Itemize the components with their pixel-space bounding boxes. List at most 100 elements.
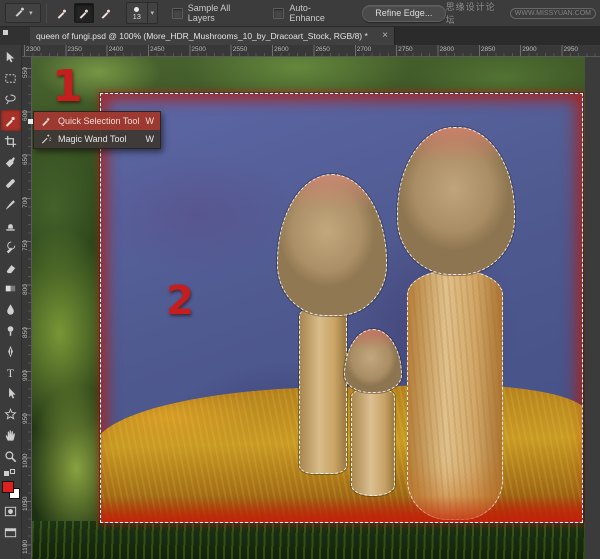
dodge-tool-button[interactable] xyxy=(1,320,21,341)
hand-tool-button[interactable] xyxy=(1,425,21,446)
vertical-ruler: 550600650700750800850900950100010501100 xyxy=(22,57,32,559)
brush-tool-button[interactable] xyxy=(1,194,21,215)
ruler-tick-label: 550 xyxy=(22,67,29,78)
brush-size-value: 13 xyxy=(133,13,141,20)
clone-stamp-tool-button[interactable] xyxy=(1,215,21,236)
lasso-tool-button[interactable] xyxy=(1,89,21,110)
ruler-tick-label: 700 xyxy=(22,197,29,208)
ruler-tick-label: 2700 xyxy=(357,46,371,53)
swap-colors-icon[interactable] xyxy=(4,469,18,478)
color-swatches[interactable] xyxy=(1,480,21,500)
type-tool-button[interactable]: T xyxy=(1,362,21,383)
ruler-tick-label: 2500 xyxy=(191,46,205,53)
quick-selection-brush-icon xyxy=(13,4,27,23)
annotation-step-1: 1 xyxy=(52,65,83,109)
eyedropper-tool-button[interactable] xyxy=(1,152,21,173)
quick-selection-tool-button[interactable] xyxy=(1,110,21,131)
ruler-tick-label: 900 xyxy=(22,370,29,381)
blur-icon xyxy=(3,302,18,317)
zoom-tool-button[interactable] xyxy=(1,446,21,467)
ruler-tick-label: 650 xyxy=(22,154,29,165)
watermark-url: WWW.MISSYUAN.COM xyxy=(510,8,596,19)
rectangular-marquee-tool-button[interactable] xyxy=(1,68,21,89)
blur-tool-button[interactable] xyxy=(1,299,21,320)
new-selection-icon xyxy=(55,6,69,20)
ruler-tick-label: 2950 xyxy=(564,46,578,53)
brush-icon xyxy=(3,197,18,212)
panel-toggle-icon[interactable] xyxy=(3,30,8,35)
chevron-down-icon[interactable]: ▾ xyxy=(147,3,157,23)
ruler-tick-label: 1100 xyxy=(22,540,29,554)
mushroom-center-cap xyxy=(277,174,387,316)
menu-item-quick-selection-tool[interactable]: Quick Selection Tool W xyxy=(34,112,160,130)
ruler-tick-label: 2350 xyxy=(67,46,81,53)
mushroom-right-stem xyxy=(407,270,503,520)
ruler-tick-label: 800 xyxy=(22,284,29,295)
checkbox-box[interactable] xyxy=(172,8,183,19)
selection-mode-buttons xyxy=(52,3,116,23)
move-icon xyxy=(3,50,18,65)
tab-bar-corner xyxy=(0,27,30,45)
canvas[interactable]: 1 2 Quick Selection Tool W Magic Wand To… xyxy=(32,57,585,559)
subtract-from-selection-icon xyxy=(99,6,113,20)
mushroom-right-cap xyxy=(397,127,515,275)
quick-selection-icon xyxy=(3,113,18,128)
quick-selection-icon xyxy=(40,115,52,127)
eyedropper-icon xyxy=(3,155,18,170)
horizontal-ruler: 2300235024002450250025502600265027002750… xyxy=(22,45,600,57)
screen-mode-button[interactable] xyxy=(1,522,21,543)
quick-mask-button[interactable] xyxy=(1,501,21,522)
clone-stamp-icon xyxy=(3,218,18,233)
gradient-tool-button[interactable] xyxy=(1,278,21,299)
ruler-tick-label: 2650 xyxy=(315,46,329,53)
custom-shape-icon xyxy=(3,407,18,422)
custom-shape-tool-button[interactable] xyxy=(1,404,21,425)
svg-text:T: T xyxy=(7,367,14,380)
tool-preset-button[interactable]: ▾ xyxy=(5,3,41,23)
tools-panel: T xyxy=(0,45,22,559)
document-tab-bar: queen of fungi.psd @ 100% (More_HDR_Mush… xyxy=(0,27,600,45)
foreground-color-swatch[interactable] xyxy=(2,481,14,493)
subtract-from-selection-button[interactable] xyxy=(96,3,116,23)
flyout-origin-dot xyxy=(28,119,33,124)
pen-tool-button[interactable] xyxy=(1,341,21,362)
refine-edge-button[interactable]: Refine Edge... xyxy=(362,5,446,22)
ruler-tick-label: 950 xyxy=(22,414,29,425)
ruler-tick-label: 2300 xyxy=(26,46,40,53)
magic-wand-icon xyxy=(40,133,52,145)
history-brush-tool-button[interactable] xyxy=(1,236,21,257)
move-tool-button[interactable] xyxy=(1,47,21,68)
watermark: 思缘设计论坛 WWW.MISSYUAN.COM xyxy=(446,0,596,26)
eraser-tool-button[interactable] xyxy=(1,257,21,278)
ruler-tick-label: 1000 xyxy=(22,453,29,467)
hand-icon xyxy=(3,428,18,443)
mushroom-small-cap xyxy=(344,329,402,393)
sample-all-layers-checkbox[interactable]: Sample All Layers xyxy=(172,3,260,23)
lasso-icon xyxy=(3,92,18,107)
ruler-tick-label: 2550 xyxy=(233,46,247,53)
tool-flyout-menu: Quick Selection Tool W Magic Wand Tool W xyxy=(33,111,161,149)
menu-item-shortcut: W xyxy=(146,134,155,144)
brush-size-picker[interactable]: 13 ▾ xyxy=(126,2,158,24)
close-icon[interactable]: × xyxy=(382,31,388,41)
background-grass xyxy=(32,521,585,559)
auto-enhance-checkbox[interactable]: Auto-Enhance xyxy=(273,3,346,23)
add-to-selection-icon xyxy=(77,6,91,20)
ruler-tick-label: 2800 xyxy=(440,46,454,53)
document-tab[interactable]: queen of fungi.psd @ 100% (More_HDR_Mush… xyxy=(30,27,395,45)
ruler-tick-label: 1050 xyxy=(22,497,29,511)
crop-tool-button[interactable] xyxy=(1,131,21,152)
tool-options-bar: ▾ 13 ▾ Sample All Layers Auto-Enhance Re… xyxy=(0,0,600,27)
checkbox-box[interactable] xyxy=(273,8,284,19)
menu-item-magic-wand-tool[interactable]: Magic Wand Tool W xyxy=(34,130,160,148)
add-to-selection-button[interactable] xyxy=(74,3,94,23)
chevron-down-icon: ▾ xyxy=(29,9,33,17)
rectangular-marquee-icon xyxy=(3,71,18,86)
ruler-tick-label: 2450 xyxy=(150,46,164,53)
spot-healing-brush-tool-button[interactable] xyxy=(1,173,21,194)
ruler-tick-label: 2600 xyxy=(274,46,288,53)
ruler-tick-label: 750 xyxy=(22,240,29,251)
path-selection-tool-button[interactable] xyxy=(1,383,21,404)
brush-preview: 13 xyxy=(127,3,147,23)
new-selection-button[interactable] xyxy=(52,3,72,23)
